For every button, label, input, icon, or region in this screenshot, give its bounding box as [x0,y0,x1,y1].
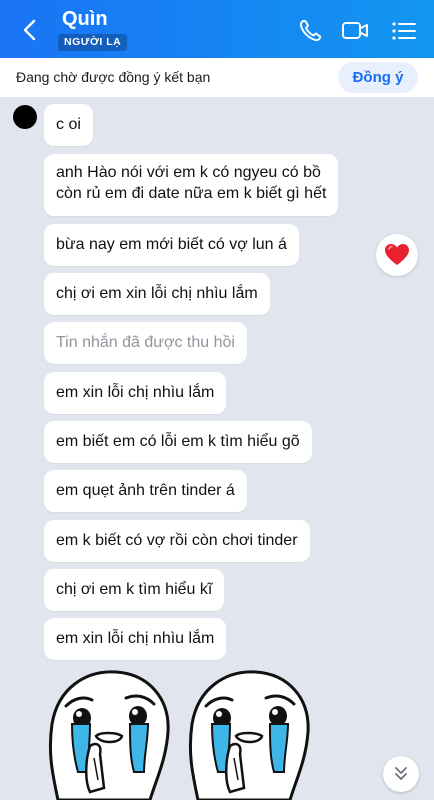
double-chevron-down-icon [395,767,407,780]
friend-request-text: Đang chờ được đồng ý kết bạn [16,69,211,85]
message-bubble[interactable]: em k biết có vợ rồi còn chơi tinder [44,520,310,562]
phone-icon[interactable] [297,18,325,44]
friend-request-bar: Đang chờ được đồng ý kết bạn Đồng ý [0,58,434,98]
message-bubble[interactable]: chị ơi em xin lỗi chị nhìu lắm [44,273,270,315]
scroll-to-bottom-button[interactable] [383,756,419,792]
message-bubble[interactable]: em biết em có lỗi em k tìm hiểu gõ [44,421,312,463]
stranger-badge: NGƯỜI LẠ [58,34,128,51]
heart-reaction-button[interactable] [376,234,418,276]
back-arrow-icon[interactable] [16,16,44,44]
message-bubble[interactable]: chị ơi em k tìm hiểu kĩ [44,569,225,611]
chat-header: Quìn NGƯỜI LẠ [0,0,434,58]
avatar[interactable] [13,105,37,129]
recalled-message[interactable]: Tin nhắn đã được thu hồi [44,322,247,364]
message-bubble[interactable]: c oi [44,104,93,146]
accept-button[interactable]: Đồng ý [338,62,418,93]
message-bubble[interactable]: em quẹt ảnh trên tinder á [44,470,247,512]
crying-sticker-image[interactable] [44,662,174,800]
message-bubble[interactable]: bừa nay em mới biết có vợ lun á [44,224,299,266]
menu-list-icon[interactable] [390,18,418,44]
crying-sticker-image[interactable] [184,662,314,800]
message-bubble[interactable]: anh Hào nói với em k có ngyeu có bồ còn … [44,154,339,216]
contact-name[interactable]: Quìn [62,8,108,31]
video-call-icon[interactable] [341,18,369,44]
heart-icon [385,244,409,265]
message-bubble[interactable]: em xin lỗi chị nhìu lắm [44,372,227,414]
message-bubble[interactable]: em xin lỗi chị nhìu lắm [44,618,227,660]
